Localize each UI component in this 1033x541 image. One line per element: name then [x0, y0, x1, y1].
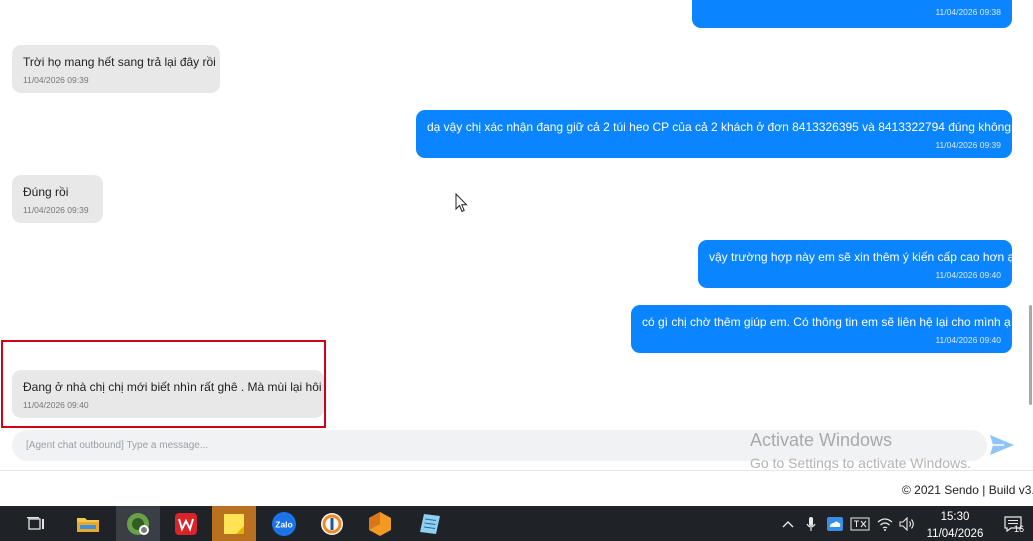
ultraviewer-icon[interactable]: [310, 506, 354, 541]
sticky-notes-icon[interactable]: [212, 506, 256, 541]
message-timestamp: 11/04/2026 09:39: [23, 205, 89, 215]
message-timestamp: 11/04/2026 09:38: [935, 7, 1001, 17]
chat-messages-pane[interactable]: 11/04/2026 09:38 Trời họ mang hết sang t…: [0, 0, 1033, 430]
message-text: dạ vậy chị xác nhận đang giữ cả 2 túi he…: [427, 120, 1028, 134]
message-bubble-incoming: Đúng rồi 11/04/2026 09:39: [12, 175, 103, 223]
file-explorer-icon[interactable]: [66, 506, 110, 541]
footer-copyright: © 2021 Sendo | Build v3.0: [902, 483, 1033, 497]
taskbar-clock[interactable]: 15:30 11/04/2026: [920, 510, 990, 541]
message-text: có gì chị chờ thêm giúp em. Có thông tin…: [642, 315, 1011, 329]
message-bubble-outgoing: 11/04/2026 09:38: [692, 0, 1012, 28]
footer-divider: [0, 470, 1033, 471]
clock-date: 11/04/2026: [926, 528, 984, 540]
chat-scrollbar[interactable]: [1029, 305, 1032, 405]
message-timestamp: 11/04/2026 09:39: [935, 140, 1001, 150]
clock-time: 15:30: [940, 511, 970, 523]
message-bubble-outgoing: dạ vậy chị xác nhận đang giữ cả 2 túi he…: [416, 110, 1028, 158]
notification-count-badge: 16: [1014, 524, 1025, 534]
windows-taskbar: Zalo 15:30 11/04/2026 16: [0, 506, 1033, 541]
message-bubble-outgoing: có gì chị chờ thêm giúp em. Có thông tin…: [631, 305, 1012, 353]
activate-windows-subtitle: Go to Settings to activate Windows.: [750, 455, 971, 471]
activate-windows-title: Activate Windows: [750, 430, 893, 450]
zalo-icon[interactable]: Zalo: [262, 506, 306, 541]
wifi-icon[interactable]: [875, 506, 895, 541]
volume-icon[interactable]: [897, 506, 917, 541]
message-text: vậy trường hợp này em sẽ xin thêm ý kiến…: [709, 250, 1015, 264]
onedrive-cloud-icon[interactable]: [824, 506, 846, 541]
coccoc-browser-icon[interactable]: [116, 506, 160, 541]
zalo-label: Zalo: [275, 519, 292, 529]
sublime-icon[interactable]: [358, 506, 402, 541]
highlight-box: [1, 340, 326, 428]
send-icon[interactable]: [988, 432, 1016, 458]
message-timestamp: 11/04/2026 09:40: [935, 335, 1001, 345]
task-view-icon[interactable]: [14, 506, 58, 541]
chevron-up-icon[interactable]: [778, 506, 798, 541]
mouse-cursor-icon: [455, 193, 468, 213]
language-ime-icon[interactable]: [848, 506, 872, 541]
message-timestamp: 11/04/2026 09:40: [935, 270, 1001, 280]
wps-office-icon[interactable]: [164, 506, 208, 541]
microphone-icon[interactable]: [802, 506, 820, 541]
message-timestamp: 11/04/2026 09:39: [23, 75, 89, 85]
message-bubble-incoming: Trời họ mang hết sang trả lại đây rồi 11…: [12, 45, 220, 93]
message-text: Đúng rồi: [23, 185, 69, 199]
notification-icon[interactable]: 16: [998, 506, 1028, 541]
notepad-icon[interactable]: [408, 506, 452, 541]
message-text: Trời họ mang hết sang trả lại đây rồi: [23, 55, 216, 69]
message-bubble-outgoing: vậy trường hợp này em sẽ xin thêm ý kiến…: [698, 240, 1015, 288]
